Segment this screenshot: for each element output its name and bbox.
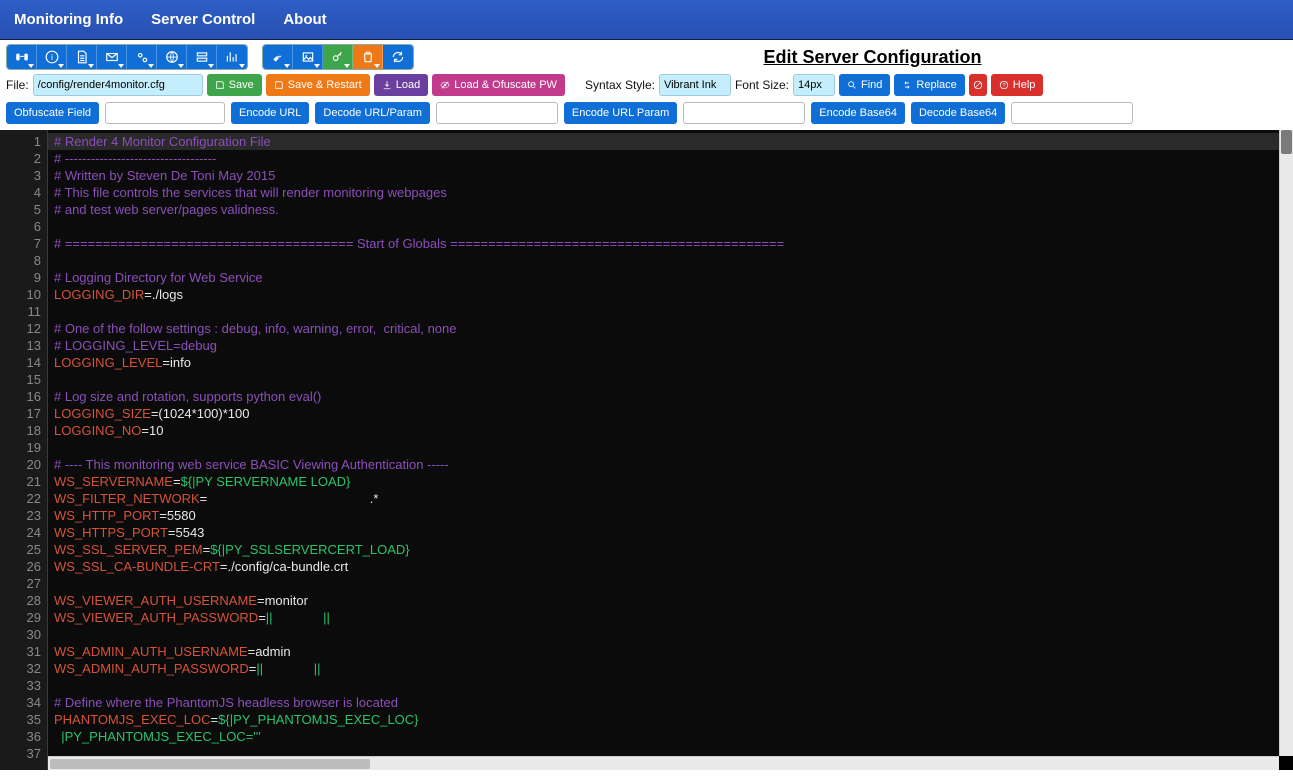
load-ofuscate-button[interactable]: Load & Ofuscate PW	[432, 74, 565, 96]
code-editor[interactable]: 1234567891011121314151617181920212223242…	[0, 130, 1293, 770]
code-content[interactable]: # Render 4 Monitor Configuration File# -…	[48, 130, 1279, 770]
toolbar-group-main: i	[6, 44, 248, 70]
replace-button[interactable]: Replace	[894, 74, 964, 96]
nav-monitoring[interactable]: Monitoring Info	[14, 11, 123, 28]
url-input[interactable]	[436, 102, 558, 124]
gears-icon[interactable]	[127, 45, 157, 69]
load-button[interactable]: Load	[374, 74, 428, 96]
mail-icon[interactable]	[97, 45, 127, 69]
key-icon[interactable]	[323, 45, 353, 69]
wrench-icon[interactable]	[263, 45, 293, 69]
decode-url-button[interactable]: Decode URL/Param	[315, 102, 429, 124]
svg-text:i: i	[51, 53, 53, 62]
encode-url-param-button[interactable]: Encode URL Param	[564, 102, 677, 124]
decode-b64-button[interactable]: Decode Base64	[911, 102, 1005, 124]
line-gutter: 1234567891011121314151617181920212223242…	[0, 130, 48, 770]
globe-icon[interactable]	[157, 45, 187, 69]
refresh-icon[interactable]	[383, 45, 413, 69]
scroll-corner	[1279, 756, 1293, 770]
b64-input[interactable]	[1011, 102, 1133, 124]
nav-about[interactable]: About	[283, 11, 326, 28]
help-button[interactable]: ?Help	[991, 74, 1044, 96]
file-label: File:	[6, 78, 29, 92]
file-path-input[interactable]	[33, 74, 203, 96]
vertical-scrollbar[interactable]	[1279, 130, 1293, 770]
nav-server-control[interactable]: Server Control	[151, 11, 255, 28]
image-icon[interactable]	[293, 45, 323, 69]
fontsize-input[interactable]	[793, 74, 835, 96]
toolbar-group-tools	[262, 44, 414, 70]
fontsize-label: Font Size:	[735, 78, 789, 92]
page-title: Edit Server Configuration	[458, 47, 1287, 68]
stop-button[interactable]	[969, 74, 987, 96]
encode-url-button[interactable]: Encode URL	[231, 102, 309, 124]
obfuscate-input[interactable]	[105, 102, 225, 124]
binoculars-icon[interactable]	[7, 45, 37, 69]
scrollbar-thumb[interactable]	[1281, 130, 1292, 154]
syntax-label: Syntax Style:	[585, 78, 655, 92]
server-icon[interactable]	[187, 45, 217, 69]
save-button[interactable]: Save	[207, 74, 262, 96]
syntax-style-input[interactable]	[659, 74, 731, 96]
toolbar-area: i Edit Server Configuration File: Save S…	[0, 40, 1293, 126]
save-restart-button[interactable]: Save & Restart	[266, 74, 370, 96]
chart-icon[interactable]	[217, 45, 247, 69]
top-nav: Monitoring Info Server Control About	[0, 0, 1293, 40]
info-icon[interactable]: i	[37, 45, 67, 69]
obfuscate-button[interactable]: Obfuscate Field	[6, 102, 99, 124]
icon-toolbar: i Edit Server Configuration	[6, 44, 1287, 70]
find-button[interactable]: Find	[839, 74, 890, 96]
trash-icon[interactable]	[353, 45, 383, 69]
svg-text:?: ?	[1002, 83, 1005, 89]
url-param-input[interactable]	[683, 102, 805, 124]
action-row: File: Save Save & Restart Load Load & Of…	[6, 74, 1287, 96]
document-icon[interactable]	[67, 45, 97, 69]
encode-row: Obfuscate Field Encode URL Decode URL/Pa…	[6, 102, 1287, 124]
encode-b64-button[interactable]: Encode Base64	[811, 102, 905, 124]
